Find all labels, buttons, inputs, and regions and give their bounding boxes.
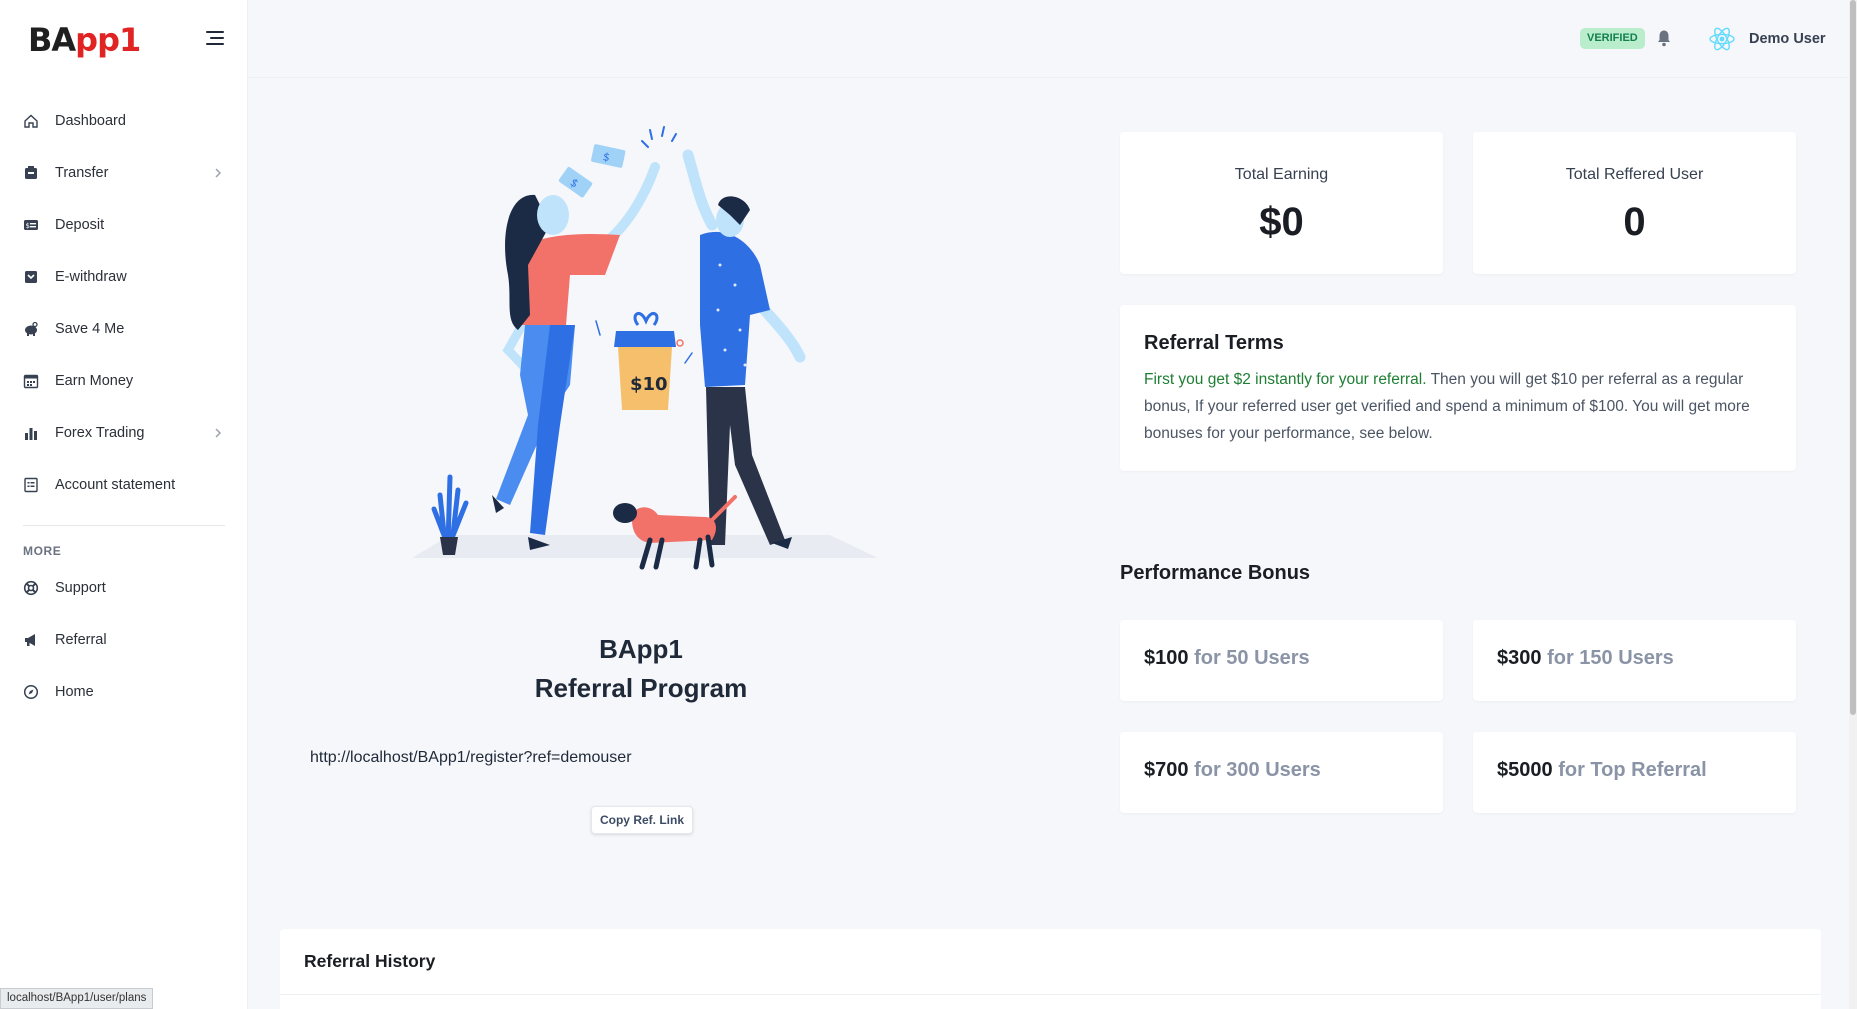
- referral-terms-highlight: First you get $2 instantly for your refe…: [1144, 371, 1427, 388]
- bonus-desc: for Top Referral: [1558, 759, 1707, 781]
- scrollbar-thumb[interactable]: [1850, 0, 1856, 715]
- performance-bonus-title: Performance Bonus: [1120, 562, 1311, 584]
- user-name: Demo User: [1749, 31, 1826, 47]
- bonus-amount: $700: [1144, 759, 1189, 781]
- sidebar-item-label: Deposit: [55, 217, 105, 233]
- chevron-right-icon: [215, 428, 222, 438]
- total-referred-value: 0: [1623, 200, 1646, 244]
- transfer-icon: [22, 164, 40, 182]
- sidebar-item-save-4-me[interactable]: Save 4 Me: [0, 303, 248, 355]
- referral-history-card: Referral History: [280, 929, 1821, 1009]
- sidebar-item-forex-trading[interactable]: Forex Trading: [0, 407, 248, 459]
- bonus-card: $300 for 150 Users: [1473, 620, 1796, 701]
- compass-icon: [22, 683, 40, 701]
- sidebar-item-label: E-withdraw: [55, 269, 127, 285]
- program-title-line1: BApp1: [599, 634, 683, 664]
- sidebar-item-label: Earn Money: [55, 373, 134, 389]
- total-earning-label: Total Earning: [1234, 166, 1329, 183]
- verified-badge: VERIFIED: [1580, 28, 1645, 49]
- user-menu[interactable]: Demo User: [1707, 24, 1826, 54]
- bonus-amount: $100: [1144, 647, 1189, 669]
- sidebar-item-label: Account statement: [55, 477, 176, 493]
- total-earning-card: Total Earning $0: [1120, 132, 1443, 274]
- bonus-desc: for 150 Users: [1547, 647, 1674, 669]
- bonus-amount: $5000: [1497, 759, 1553, 781]
- bonus-desc: for 50 Users: [1194, 647, 1310, 669]
- bonus-desc: for 300 Users: [1194, 759, 1321, 781]
- referral-link-text[interactable]: http://localhost/BApp1/register?ref=demo…: [310, 749, 632, 767]
- referral-terms-text: First you get $2 instantly for your refe…: [1144, 366, 1768, 447]
- program-title-line2: Referral Program: [534, 673, 748, 703]
- browser-status-bar: localhost/BApp1/user/plans: [0, 988, 154, 1009]
- sidebar-item-label: Referral: [55, 632, 107, 648]
- menu-toggle-icon[interactable]: [206, 31, 224, 45]
- megaphone-icon: [22, 631, 40, 649]
- sidebar-item-label: Home: [55, 684, 94, 700]
- referral-history-title: Referral History: [304, 951, 436, 971]
- chevron-right-icon: [215, 168, 222, 178]
- gift-label: $10: [630, 374, 668, 395]
- sidebar-item-label: Save 4 Me: [55, 321, 125, 337]
- sidebar-item-e-withdraw[interactable]: E-withdraw: [0, 251, 248, 303]
- bonus-amount: $300: [1497, 647, 1542, 669]
- chart-icon: [22, 424, 40, 442]
- svg-text:$: $: [26, 222, 30, 230]
- total-referred-card: Total Reffered User 0: [1473, 132, 1796, 274]
- total-referred-label: Total Reffered User: [1565, 166, 1704, 183]
- avatar-react-icon: [1709, 27, 1735, 51]
- brand-logo-part2: pp1: [75, 21, 141, 59]
- sidebar-item-referral[interactable]: Referral: [0, 614, 248, 666]
- brand-logo-part1: BA: [28, 21, 76, 59]
- sidebar-item-deposit[interactable]: $ Deposit: [0, 199, 248, 251]
- program-title: BApp1 Referral Program: [441, 630, 841, 708]
- sidebar-item-home[interactable]: Home: [0, 666, 248, 718]
- sidebar-item-label: Forex Trading: [55, 425, 145, 441]
- brand-logo[interactable]: BA pp1: [28, 20, 141, 60]
- total-earning-value: $0: [1259, 200, 1304, 244]
- sidebar-item-transfer[interactable]: Transfer: [0, 147, 248, 199]
- sidebar-item-label: Support: [55, 580, 106, 596]
- sidebar-item-label: Transfer: [55, 165, 109, 181]
- referral-terms-title: Referral Terms: [1144, 332, 1284, 354]
- bell-icon[interactable]: [1656, 29, 1672, 47]
- sidebar-item-earn-money[interactable]: Earn Money: [0, 355, 248, 407]
- withdraw-icon: [22, 268, 40, 286]
- page-scrollbar[interactable]: [1849, 0, 1857, 1009]
- sidebar-item-account-statement[interactable]: Account statement: [0, 459, 248, 511]
- calendar-icon: [22, 372, 40, 390]
- bonus-card: $700 for 300 Users: [1120, 732, 1443, 813]
- sidebar-section-heading: MORE: [23, 544, 62, 558]
- sidebar-divider: [23, 525, 225, 526]
- home-icon: [22, 112, 40, 130]
- bonus-card: $100 for 50 Users: [1120, 620, 1443, 701]
- copy-ref-link-button[interactable]: Copy Ref. Link: [591, 806, 693, 834]
- deposit-icon: $: [22, 216, 40, 234]
- sidebar-item-dashboard[interactable]: Dashboard: [0, 95, 248, 147]
- statement-icon: [22, 476, 40, 494]
- bonus-card: $5000 for Top Referral: [1473, 732, 1796, 813]
- sidebar: BA pp1 Dashboard Transfer $ Deposit E-wi…: [0, 0, 248, 1009]
- piggy-icon: [22, 320, 40, 338]
- sidebar-item-support[interactable]: Support: [0, 562, 248, 614]
- lifebuoy-icon: [22, 579, 40, 597]
- sidebar-nav: Dashboard Transfer $ Deposit E-withdraw: [0, 95, 248, 718]
- referral-illustration: $ $ $10: [412, 126, 878, 570]
- referral-history-divider: [280, 994, 1821, 995]
- sidebar-item-label: Dashboard: [55, 113, 126, 129]
- referral-terms-card: Referral Terms First you get $2 instantl…: [1120, 305, 1796, 471]
